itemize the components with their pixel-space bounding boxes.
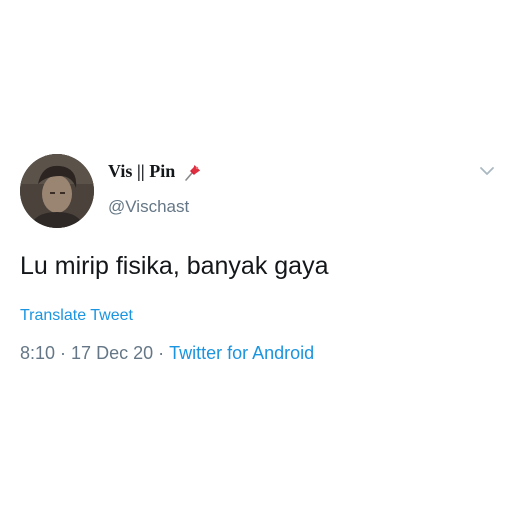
- tweet-date[interactable]: 17 Dec 20: [71, 343, 153, 363]
- tweet-metadata: 8:10 · 17 Dec 20 · Twitter for Android: [20, 343, 314, 364]
- tweet-source-link[interactable]: Twitter for Android: [169, 343, 314, 363]
- separator: ·: [158, 343, 165, 363]
- tweet-card: Vis || Pin @Vischast Lu mirip fisika, ba…: [0, 0, 512, 512]
- tweet-time: 8:10: [20, 343, 56, 363]
- avatar[interactable]: [20, 154, 94, 228]
- tweet-text: Lu mirip fisika, banyak gaya: [20, 252, 329, 280]
- display-name[interactable]: Vis || Pin: [108, 161, 175, 182]
- separator: ·: [60, 343, 67, 363]
- chevron-down-icon[interactable]: [478, 164, 496, 178]
- avatar-photo: [20, 154, 94, 228]
- user-handle[interactable]: @Vischast: [108, 197, 189, 217]
- display-name-row[interactable]: Vis || Pin: [108, 161, 203, 182]
- translate-tweet-link[interactable]: Translate Tweet: [20, 307, 133, 325]
- pushpin-icon: [183, 162, 203, 182]
